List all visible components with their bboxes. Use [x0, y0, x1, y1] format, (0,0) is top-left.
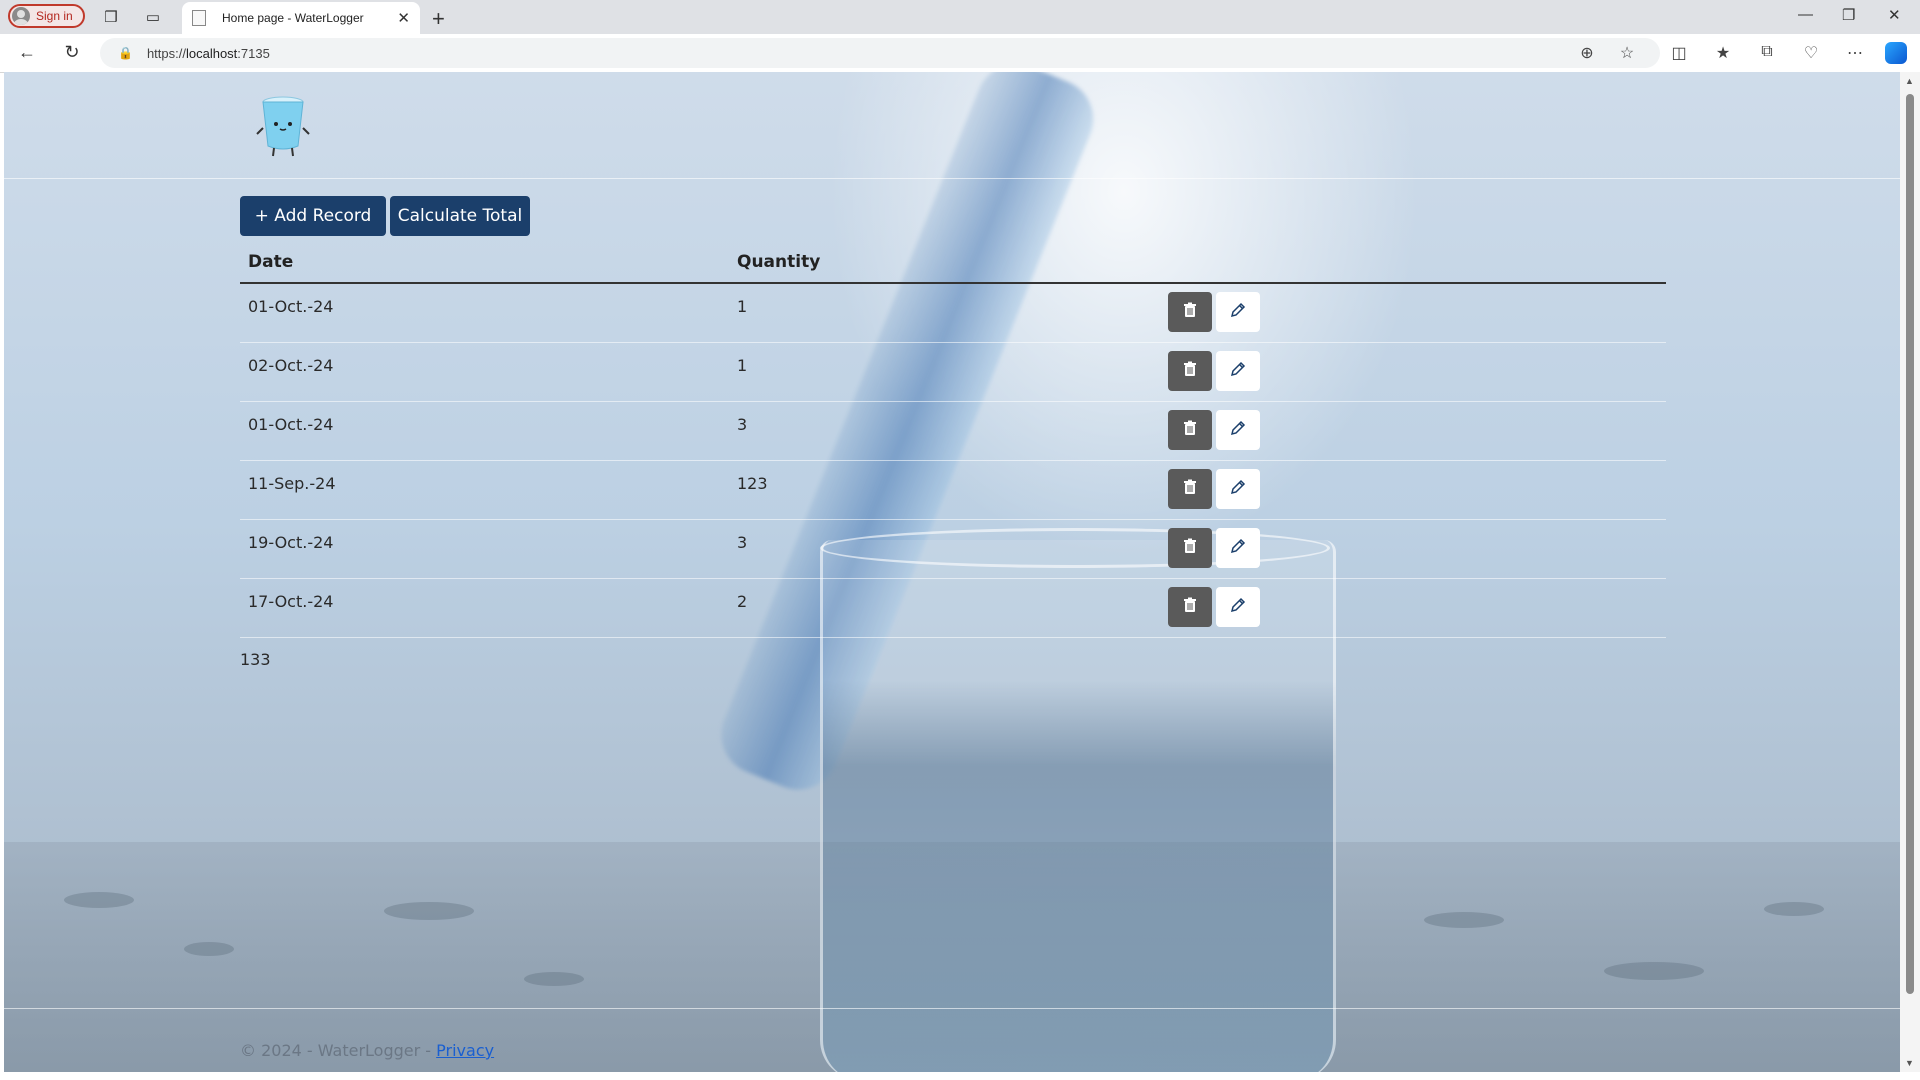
footer-text: © 2024 - WaterLogger - Privacy: [240, 1041, 495, 1060]
edit-button[interactable]: [1216, 528, 1260, 568]
table-header-row: Date Quantity: [240, 240, 1666, 284]
delete-button[interactable]: [1168, 469, 1212, 509]
trash-icon: [1182, 479, 1198, 499]
quantity-column-header: Quantity: [737, 252, 821, 272]
site-footer: © 2024 - WaterLogger - Privacy: [4, 1008, 1900, 1072]
table-row: 19-Oct.-24 3: [240, 520, 1666, 579]
pencil-icon: [1229, 301, 1247, 323]
table-row: 11-Sep.-24 123: [240, 461, 1666, 520]
edit-button[interactable]: [1216, 587, 1260, 627]
pencil-icon: [1229, 478, 1247, 500]
edit-button[interactable]: [1216, 469, 1260, 509]
favorites-icon[interactable]: ★: [1712, 43, 1734, 63]
pencil-icon: [1229, 537, 1247, 559]
page-viewport: + Add Record Calculate Total Date Quanti…: [4, 72, 1900, 1072]
sign-in-label: Sign in: [36, 9, 73, 23]
more-menu-icon[interactable]: ⋯: [1844, 43, 1866, 63]
water-drop: [1424, 912, 1504, 928]
table-row: 02-Oct.-24 1: [240, 343, 1666, 402]
row-date: 19-Oct.-24: [248, 533, 334, 552]
date-column-header: Date: [248, 252, 294, 272]
delete-button[interactable]: [1168, 587, 1212, 627]
edit-button[interactable]: [1216, 351, 1260, 391]
pencil-icon: [1229, 596, 1247, 618]
page-scrollbar[interactable]: ▲ ▼: [1900, 72, 1920, 1072]
row-quantity: 2: [737, 592, 748, 611]
lock-icon: 🔒: [118, 46, 133, 60]
scroll-up-icon[interactable]: ▲: [1905, 76, 1914, 86]
tab-title: Home page - WaterLogger: [222, 11, 364, 25]
close-tab-icon[interactable]: ✕: [397, 9, 410, 27]
row-date: 11-Sep.-24: [248, 474, 336, 493]
url-field[interactable]: 🔒 https://localhost:7135: [100, 38, 1660, 68]
browser-tab-home[interactable]: Home page - WaterLogger ✕: [182, 2, 420, 34]
address-bar-row: ← ↻ 🔒 https://localhost:7135 ⊕ ☆ ◫ ★ ⧉ ♡…: [0, 34, 1920, 73]
browser-essentials-icon[interactable]: ♡: [1800, 43, 1822, 63]
row-quantity: 1: [737, 297, 748, 316]
row-date: 17-Oct.-24: [248, 592, 334, 611]
window-bottom-edge: [0, 1072, 1920, 1080]
trash-icon: [1182, 420, 1198, 440]
water-drop: [384, 902, 474, 920]
trash-icon: [1182, 538, 1198, 558]
water-drop: [524, 972, 584, 986]
minimize-icon[interactable]: —: [1798, 6, 1813, 23]
restore-icon[interactable]: ❐: [1842, 6, 1855, 24]
workspaces-icon[interactable]: ❒: [100, 6, 122, 28]
water-drop: [1604, 962, 1704, 980]
water-drop: [1764, 902, 1824, 916]
pencil-icon: [1229, 419, 1247, 441]
close-window-icon[interactable]: ✕: [1888, 6, 1901, 24]
favorite-star-icon[interactable]: ☆: [1616, 43, 1638, 63]
row-date: 02-Oct.-24: [248, 356, 334, 375]
table-row: 17-Oct.-24 2: [240, 579, 1666, 638]
trash-icon: [1182, 361, 1198, 381]
records-table: Date Quantity 01-Oct.-24 1 02-Oct.-24 1 01-O…: [240, 240, 1666, 638]
row-quantity: 3: [737, 533, 748, 552]
edit-button[interactable]: [1216, 410, 1260, 450]
tab-actions-icon[interactable]: ▭: [142, 6, 164, 28]
water-drop: [64, 892, 134, 908]
browser-tab-strip: Sign in ❒ ▭ Home page - WaterLogger ✕ + …: [0, 0, 1920, 34]
back-icon[interactable]: ←: [15, 42, 39, 63]
collections-icon[interactable]: ⧉: [1756, 43, 1778, 61]
edit-button[interactable]: [1216, 292, 1260, 332]
row-date: 01-Oct.-24: [248, 297, 334, 316]
trash-icon: [1182, 597, 1198, 617]
sign-in-button[interactable]: Sign in: [8, 4, 85, 28]
scroll-down-icon[interactable]: ▼: [1905, 1058, 1914, 1068]
water-drop: [184, 942, 234, 956]
zoom-icon[interactable]: ⊕: [1576, 43, 1598, 63]
delete-button[interactable]: [1168, 528, 1212, 568]
pencil-icon: [1229, 360, 1247, 382]
row-quantity: 123: [737, 474, 768, 493]
scrollbar-thumb[interactable]: [1906, 94, 1914, 994]
site-header: [4, 72, 1900, 179]
refresh-icon[interactable]: ↻: [60, 42, 84, 63]
profile-icon: [12, 7, 30, 25]
water-glass-logo-icon[interactable]: [254, 94, 312, 158]
new-tab-icon[interactable]: +: [432, 6, 445, 32]
calculate-total-button[interactable]: Calculate Total: [390, 196, 530, 236]
delete-button[interactable]: [1168, 351, 1212, 391]
table-row: 01-Oct.-24 1: [240, 284, 1666, 343]
row-quantity: 3: [737, 415, 748, 434]
privacy-link[interactable]: Privacy: [436, 1041, 494, 1060]
copilot-icon[interactable]: [1885, 42, 1907, 64]
delete-button[interactable]: [1168, 292, 1212, 332]
page-favicon-icon: [192, 10, 206, 26]
delete-button[interactable]: [1168, 410, 1212, 450]
split-screen-icon[interactable]: ◫: [1668, 43, 1690, 63]
row-date: 01-Oct.-24: [248, 415, 334, 434]
row-quantity: 1: [737, 356, 748, 375]
total-value: 133: [240, 650, 271, 669]
table-row: 01-Oct.-24 3: [240, 402, 1666, 461]
url-text: https://localhost:7135: [146, 45, 270, 61]
add-record-button[interactable]: + Add Record: [240, 196, 386, 236]
trash-icon: [1182, 302, 1198, 322]
